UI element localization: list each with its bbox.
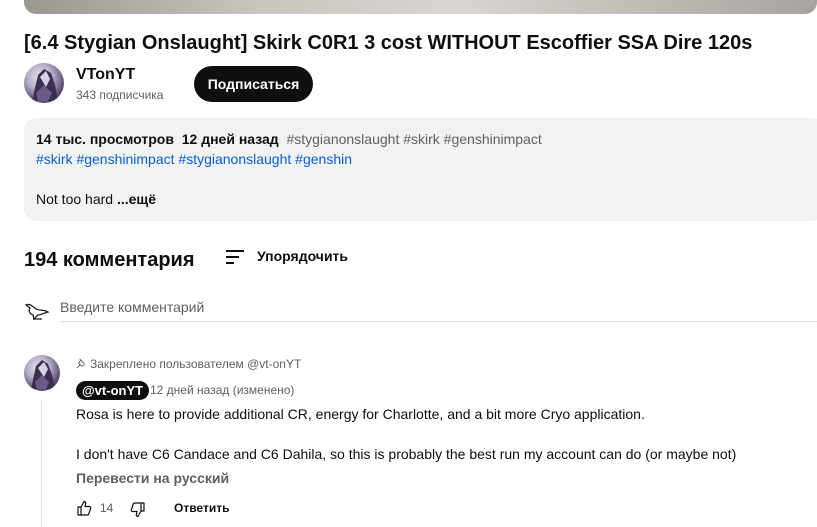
show-more-link[interactable]: ...ещё — [117, 191, 156, 207]
view-count: 14 тыс. просмотров — [36, 131, 174, 147]
comment-timestamp[interactable]: 12 дней назад (изменено) — [150, 383, 294, 397]
top-hashtags[interactable]: #stygianonslaught #skirk #genshinimpact — [286, 131, 541, 147]
description-body: Not too hard — [36, 191, 114, 207]
avatar-image — [31, 360, 55, 389]
description-hashtags: #skirk #genshinimpact #stygianonslaught … — [36, 151, 352, 167]
user-avatar-icon — [24, 303, 50, 321]
subscribe-button[interactable]: Подписаться — [194, 66, 313, 102]
comment-input[interactable]: Введите комментарий — [60, 297, 817, 322]
thread-line — [41, 400, 42, 527]
sort-button[interactable]: Упорядочить — [257, 248, 348, 264]
comment-text: I don't have C6 Candace and C6 Dahila, s… — [76, 446, 737, 462]
pinned-label: Закреплено пользователем @vt-onYT — [76, 357, 301, 371]
upload-date: 12 дней назад — [181, 131, 279, 147]
video-title: [6.4 Stygian Onslaught] Skirk C0R1 3 cos… — [24, 32, 753, 54]
channel-avatar[interactable] — [24, 63, 64, 103]
description-box[interactable]: 14 тыс. просмотров 12 дней назад #stygia… — [24, 118, 817, 221]
hashtag-link[interactable]: #stygianonslaught — [178, 151, 291, 167]
avatar-image — [32, 69, 58, 101]
reply-button[interactable]: Ответить — [174, 501, 229, 515]
comment-text: Rosa is here to provide additional CR, e… — [76, 406, 645, 422]
video-player-bottom[interactable] — [24, 0, 817, 14]
comment-author-avatar[interactable] — [24, 355, 60, 391]
description-meta: 14 тыс. просмотров 12 дней назад #stygia… — [36, 131, 542, 147]
description-text: Not too hard ...ещё — [36, 191, 156, 207]
sort-icon[interactable] — [224, 247, 246, 267]
translate-link[interactable]: Перевести на русский — [76, 470, 229, 486]
comments-count: 194 комментария — [24, 249, 195, 271]
channel-name[interactable]: VTonYT — [76, 66, 135, 84]
thumbs-up-icon[interactable] — [76, 500, 92, 516]
pin-icon — [76, 358, 86, 369]
comment-author[interactable]: @vt-onYT — [76, 381, 150, 400]
thumbs-down-icon[interactable] — [130, 502, 146, 518]
hashtag-link[interactable]: #genshinimpact — [76, 151, 174, 167]
pinned-text: Закреплено пользователем @vt-onYT — [90, 357, 302, 371]
hashtag-link[interactable]: #genshin — [295, 151, 352, 167]
like-count: 14 — [100, 501, 114, 515]
hashtag-link[interactable]: #skirk — [36, 151, 73, 167]
subscriber-count: 343 подписчика — [76, 88, 164, 102]
